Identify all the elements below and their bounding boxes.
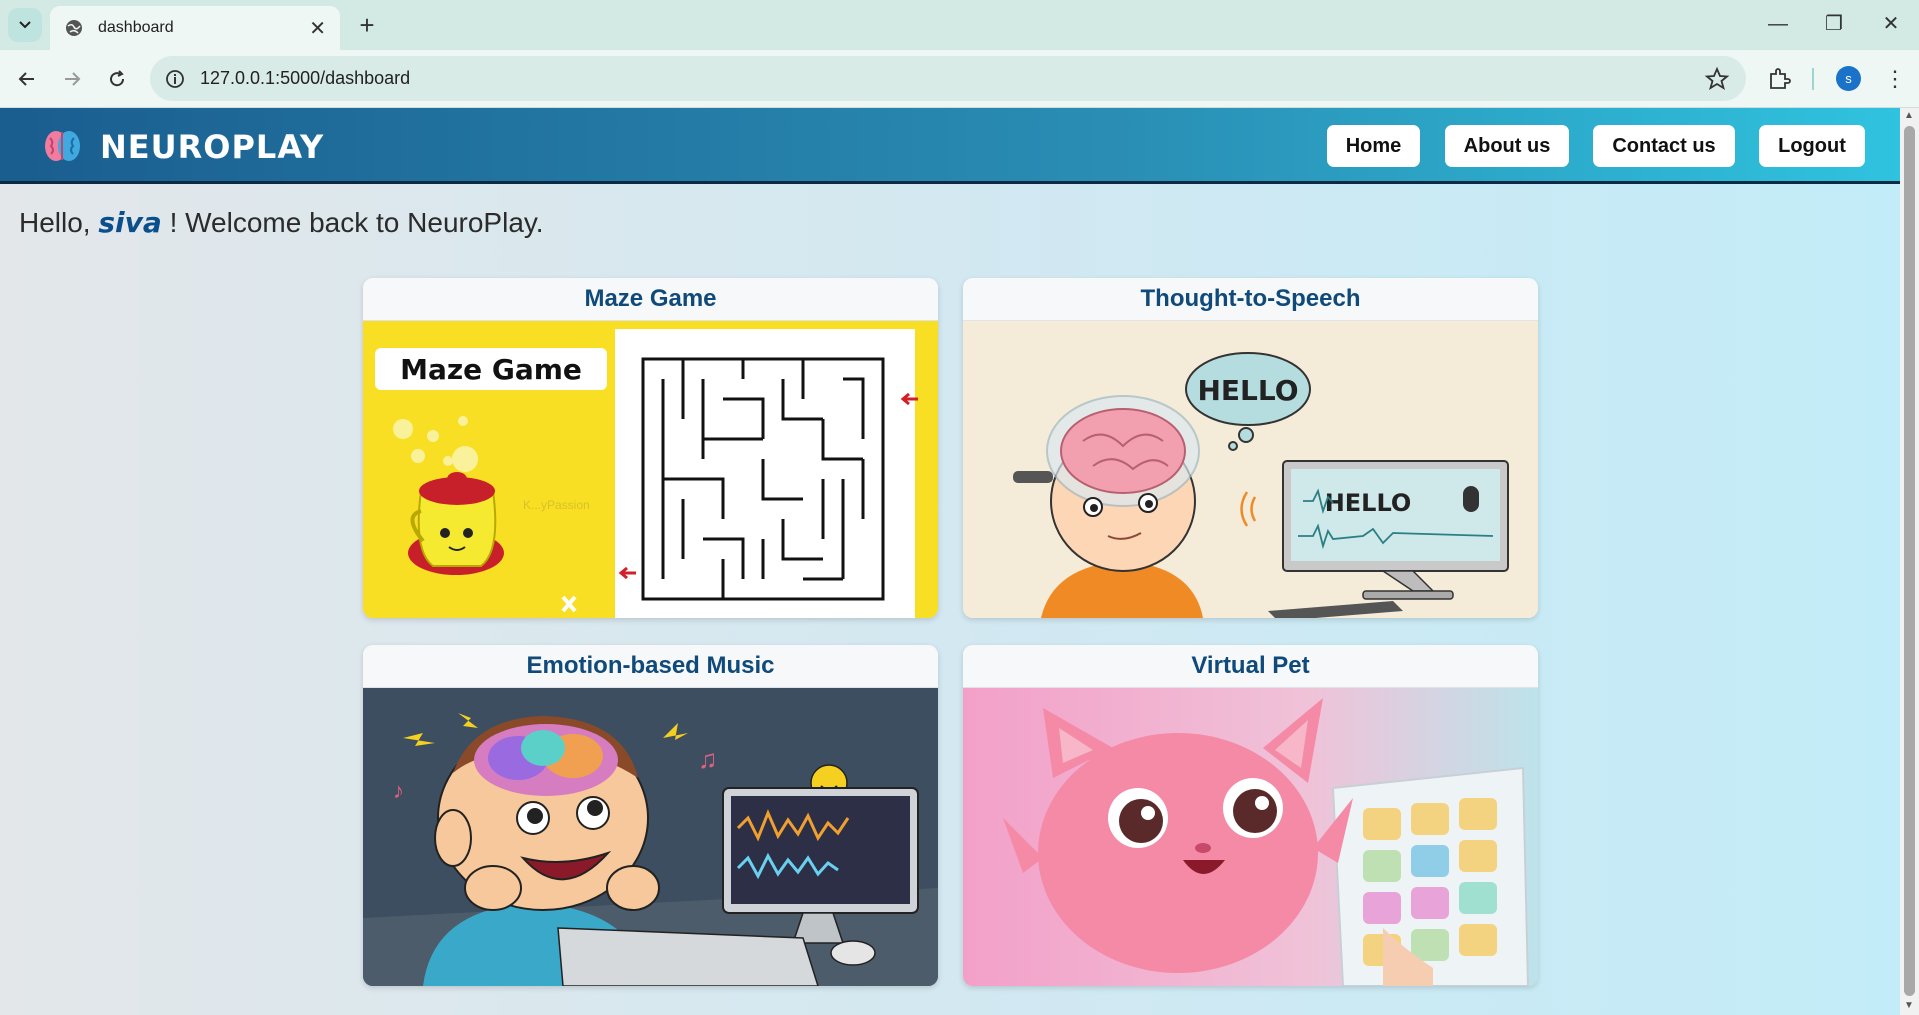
nav-logout-button[interactable]: Logout — [1759, 125, 1865, 167]
globe-icon — [66, 20, 82, 36]
toolbar-divider — [1812, 68, 1814, 90]
page-scrollbar[interactable]: ▲ ▼ — [1900, 108, 1919, 1015]
username: siva — [98, 206, 162, 239]
browser-tab-dashboard[interactable]: dashboard ✕ — [50, 6, 340, 50]
maze-watermark: K...yPassion — [523, 498, 590, 512]
browser-toolbar: 127.0.0.1:5000/dashboard ⋮ — [0, 50, 1919, 108]
site-info-icon[interactable] — [164, 68, 186, 90]
arrow-right-icon — [65, 72, 81, 86]
emotion-music-title[interactable]: Emotion-based Music — [363, 645, 938, 688]
close-window-icon[interactable]: ✕ — [1876, 12, 1906, 36]
scroll-up-icon[interactable]: ▲ — [1904, 110, 1914, 121]
bookmark-star-icon[interactable] — [1702, 64, 1732, 94]
tab-title: dashboard — [98, 19, 174, 36]
thought-to-speech-title[interactable]: Thought-to-Speech — [963, 278, 1538, 321]
brand-name: NEUROPLAY — [100, 128, 325, 166]
back-button[interactable] — [12, 64, 42, 94]
virtual-pet-title[interactable]: Virtual Pet — [963, 645, 1538, 688]
emotion-music-card[interactable]: Emotion-based Music ♫ ♪ — [363, 645, 938, 986]
forward-button[interactable] — [57, 64, 87, 94]
greeting-prefix: Hello, — [19, 207, 91, 238]
nav-home-button[interactable]: Home — [1327, 125, 1420, 167]
scrollbar-thumb[interactable] — [1904, 126, 1915, 996]
new-tab-button[interactable]: + — [352, 10, 382, 40]
close-tab-icon[interactable]: ✕ — [309, 16, 326, 41]
emotion-music-image[interactable]: ♫ ♪ — [363, 688, 938, 986]
maze-game-image[interactable]: Maze Game K...yPassion — [363, 321, 938, 618]
welcome-message: Hello, siva ! Welcome back to NeuroPlay. — [19, 206, 544, 239]
virtual-pet-card[interactable]: Virtual Pet — [963, 645, 1538, 986]
arrow-left-icon — [18, 72, 34, 86]
reload-button[interactable] — [102, 64, 132, 94]
music-note-icon-2: ♪ — [393, 778, 404, 803]
maze-game-title[interactable]: Maze Game — [363, 278, 938, 321]
browser-tab-bar: dashboard ✕ + — ❐ ✕ — [0, 0, 1919, 50]
page-viewport: NEUROPLAY Home About us Contact us Logou… — [0, 108, 1900, 1015]
site-header: NEUROPLAY Home About us Contact us Logou… — [0, 108, 1900, 184]
maze-banner-text: Maze Game — [400, 353, 582, 386]
brain-logo-icon — [45, 131, 80, 161]
maze-game-card[interactable]: Maze Game Maze Game K...yPassion — [363, 278, 938, 618]
tab-search-button[interactable] — [8, 8, 42, 42]
speech-bubble-text: HELLO — [1197, 374, 1298, 407]
tablet-device — [1331, 766, 1530, 986]
thought-to-speech-card[interactable]: Thought-to-Speech HELLO HELLO — [963, 278, 1538, 618]
virtual-pet-image[interactable] — [963, 688, 1538, 986]
reload-icon — [110, 70, 125, 87]
kettle-character — [408, 472, 504, 575]
greeting-suffix: ! Welcome back to NeuroPlay. — [169, 207, 544, 238]
url-text[interactable]: 127.0.0.1:5000/dashboard — [200, 68, 410, 89]
scroll-down-icon[interactable]: ▼ — [1904, 1000, 1914, 1011]
nav-contact-button[interactable]: Contact us — [1593, 125, 1735, 167]
address-bar[interactable]: 127.0.0.1:5000/dashboard — [150, 56, 1746, 101]
thought-to-speech-image[interactable]: HELLO HELLO — [963, 321, 1538, 618]
music-note-icon: ♫ — [698, 744, 718, 774]
profile-avatar[interactable]: s — [1836, 66, 1861, 91]
extensions-icon[interactable] — [1764, 64, 1794, 94]
chevron-down-icon — [19, 21, 31, 29]
restore-icon[interactable]: ❐ — [1819, 12, 1849, 36]
minimize-icon[interactable]: — — [1763, 12, 1793, 36]
monitor-text: HELLO — [1325, 489, 1412, 517]
nav-about-button[interactable]: About us — [1445, 125, 1569, 167]
browser-menu-icon[interactable]: ⋮ — [1880, 64, 1910, 94]
